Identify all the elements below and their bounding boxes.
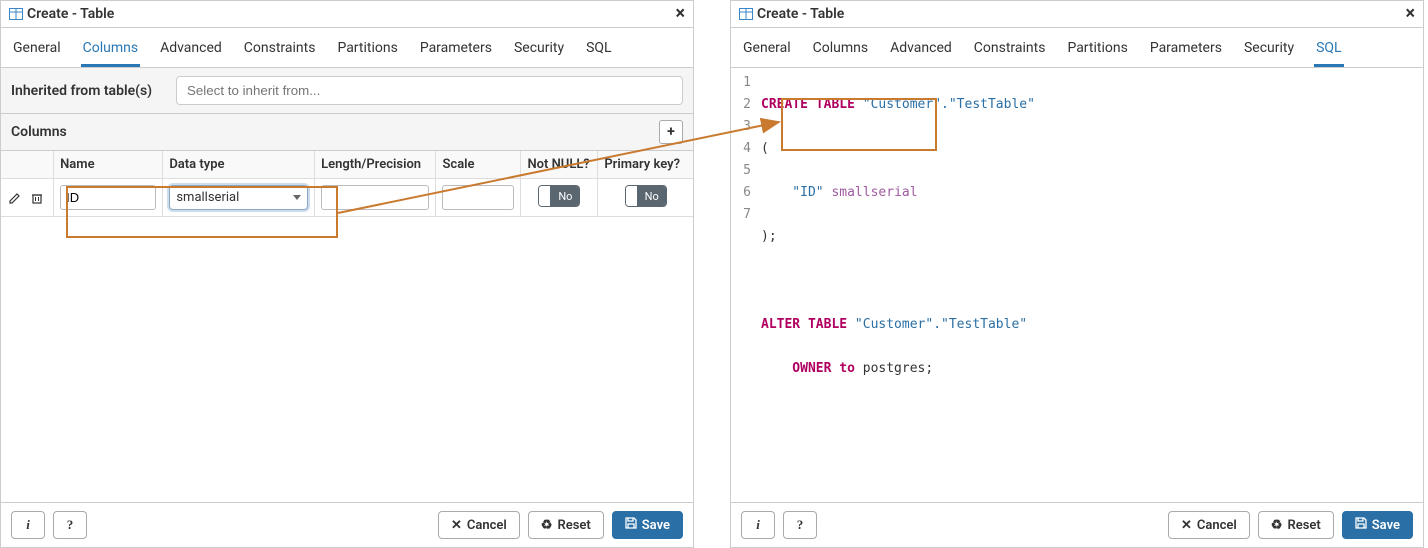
chevron-down-icon	[293, 195, 301, 200]
table-icon	[739, 7, 753, 21]
col-header-scale: Scale	[436, 151, 521, 179]
column-datatype-select[interactable]: smallserial	[169, 185, 308, 210]
dialog-create-table-columns: Create - Table × General Columns Advance…	[0, 0, 694, 548]
tab-constraints[interactable]: Constraints	[242, 36, 318, 67]
dialog-header: Create - Table ×	[731, 1, 1423, 28]
tab-columns[interactable]: Columns	[811, 36, 870, 67]
col-header-pk: Primary key?	[598, 151, 693, 179]
help-button[interactable]: ?	[783, 511, 817, 539]
inherit-row: Inherited from table(s)	[1, 68, 693, 114]
reset-button[interactable]: ♻Reset	[1258, 511, 1334, 539]
cancel-button[interactable]: ✕Cancel	[438, 511, 520, 539]
col-header-notnull: Not NULL?	[521, 151, 598, 179]
close-icon: ✕	[1181, 518, 1192, 533]
not-null-toggle[interactable]: No	[538, 185, 580, 207]
cancel-button[interactable]: ✕Cancel	[1168, 511, 1250, 539]
toggle-label: No	[638, 186, 666, 206]
columns-section-header: Columns +	[1, 114, 693, 151]
reset-button[interactable]: ♻Reset	[528, 511, 604, 539]
dialog-create-table-sql: Create - Table × General Columns Advance…	[730, 0, 1424, 548]
dialog-footer: i ? ✕Cancel ♻Reset Save	[1, 502, 693, 547]
close-icon: ✕	[451, 518, 462, 533]
tab-advanced[interactable]: Advanced	[158, 36, 224, 67]
sql-code: CREATE TABLE "Customer"."TestTable" ( "I…	[757, 68, 1423, 502]
close-icon[interactable]: ×	[1405, 5, 1415, 23]
tab-parameters[interactable]: Parameters	[1148, 36, 1224, 67]
sql-editor[interactable]: 1 2 3 4 5 6 7 CREATE TABLE "Customer"."T…	[731, 68, 1423, 502]
columns-section-title: Columns	[11, 124, 67, 140]
col-header-actions	[1, 151, 54, 179]
primary-key-toggle[interactable]: No	[625, 185, 667, 207]
tab-general[interactable]: General	[11, 36, 63, 67]
toggle-knob	[626, 186, 638, 206]
column-datatype-value: smallserial	[176, 190, 239, 205]
tab-partitions[interactable]: Partitions	[1065, 36, 1129, 67]
tab-security[interactable]: Security	[512, 36, 566, 67]
tab-security[interactable]: Security	[1242, 36, 1296, 67]
close-icon[interactable]: ×	[675, 5, 685, 23]
col-header-datatype: Data type	[163, 151, 315, 179]
save-button[interactable]: Save	[612, 511, 683, 539]
tab-parameters[interactable]: Parameters	[418, 36, 494, 67]
dialog-title: Create - Table	[27, 6, 114, 22]
toggle-label: No	[551, 186, 579, 206]
tab-advanced[interactable]: Advanced	[888, 36, 954, 67]
tab-sql[interactable]: SQL	[584, 36, 613, 67]
help-button[interactable]: ?	[53, 511, 87, 539]
add-column-button[interactable]: +	[659, 120, 683, 144]
dialog-title: Create - Table	[757, 6, 844, 22]
table-row: smallserial No	[1, 179, 693, 217]
save-icon	[625, 517, 637, 533]
tab-constraints[interactable]: Constraints	[972, 36, 1048, 67]
column-name-input[interactable]	[60, 185, 156, 210]
column-scale-input[interactable]	[442, 185, 514, 210]
col-header-length: Length/Precision	[315, 151, 436, 179]
column-length-input[interactable]	[321, 185, 429, 210]
tabbar: General Columns Advanced Constraints Par…	[731, 28, 1423, 68]
inherit-label: Inherited from table(s)	[11, 83, 176, 99]
edit-icon[interactable]	[7, 190, 23, 206]
tab-sql[interactable]: SQL	[1314, 36, 1343, 67]
sql-gutter: 1 2 3 4 5 6 7	[731, 68, 757, 502]
tab-partitions[interactable]: Partitions	[335, 36, 399, 67]
save-button[interactable]: Save	[1342, 511, 1413, 539]
save-icon	[1355, 517, 1367, 533]
tabbar: General Columns Advanced Constraints Par…	[1, 28, 693, 68]
dialog-footer: i ? ✕Cancel ♻Reset Save	[731, 502, 1423, 547]
tab-general[interactable]: General	[741, 36, 793, 67]
recycle-icon: ♻	[1271, 518, 1283, 533]
delete-icon[interactable]	[29, 190, 45, 206]
info-button[interactable]: i	[11, 511, 45, 539]
toggle-knob	[539, 186, 551, 206]
tab-columns[interactable]: Columns	[81, 36, 140, 67]
info-button[interactable]: i	[741, 511, 775, 539]
inherit-input[interactable]	[176, 76, 683, 105]
dialog-body: Inherited from table(s) Columns + Name D…	[1, 68, 693, 502]
dialog-header: Create - Table ×	[1, 1, 693, 28]
recycle-icon: ♻	[541, 518, 553, 533]
dialog-body: 1 2 3 4 5 6 7 CREATE TABLE "Customer"."T…	[731, 68, 1423, 502]
col-header-name: Name	[54, 151, 163, 179]
table-icon	[9, 7, 23, 21]
columns-grid: Name Data type Length/Precision Scale No…	[1, 151, 693, 217]
